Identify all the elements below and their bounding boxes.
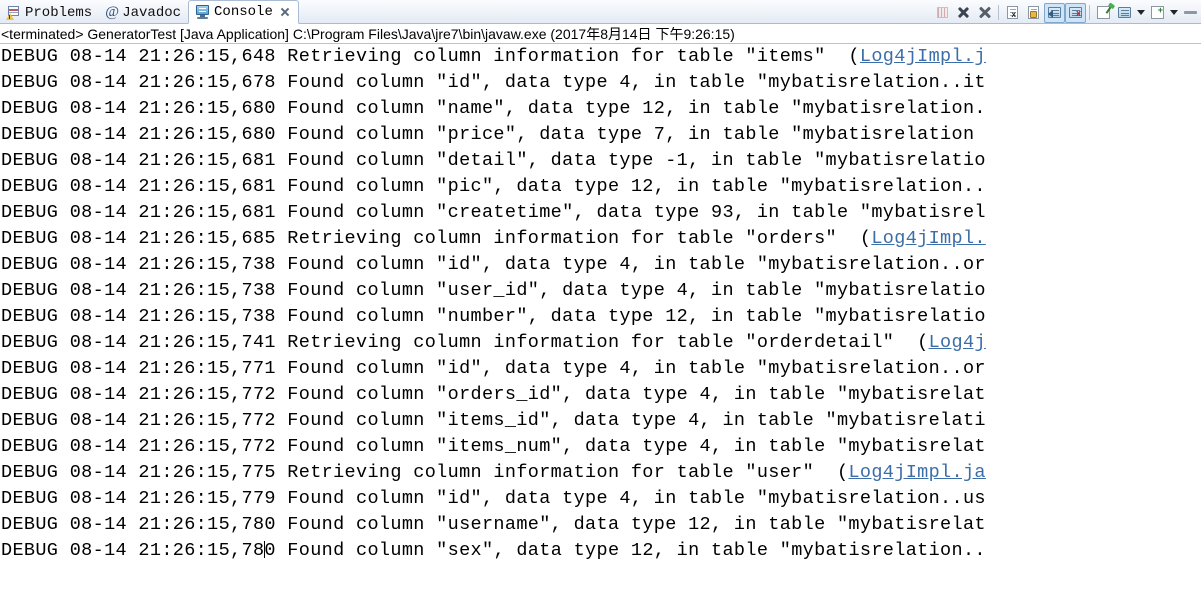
console-line-text-after-caret: 0 Found column "sex", data type 12, in t… — [264, 540, 986, 561]
console-line-text: DEBUG 08-14 21:26:15,779 Found column "i… — [1, 488, 986, 509]
tab-console[interactable]: Console — [188, 0, 299, 24]
console-stacktrace-link[interactable]: Log4jImpl.ja — [848, 462, 985, 483]
display-selected-console-menu-button[interactable] — [1135, 3, 1147, 23]
console-line: DEBUG 08-14 21:26:15,771 Found column "i… — [1, 356, 1201, 382]
console-line-text: DEBUG 08-14 21:26:15,78 — [1, 540, 265, 561]
pin-console-button[interactable] — [1093, 3, 1114, 23]
console-line-text: DEBUG 08-14 21:26:15,738 Found column "n… — [1, 306, 986, 327]
display-console-icon — [1118, 7, 1131, 18]
console-line: DEBUG 08-14 21:26:15,738 Found column "u… — [1, 278, 1201, 304]
show-console-error-icon: x — [1069, 7, 1082, 18]
console-line: DEBUG 08-14 21:26:15,780 Found column "u… — [1, 512, 1201, 538]
remove-launch-button[interactable] — [953, 3, 974, 23]
console-line: DEBUG 08-14 21:26:15,678 Found column "i… — [1, 70, 1201, 96]
remove-all-terminated-button[interactable] — [974, 3, 995, 23]
close-icon[interactable] — [279, 6, 291, 18]
tab-console-label: Console — [214, 4, 273, 20]
process-header: <terminated> GeneratorTest [Java Applica… — [0, 24, 1201, 44]
console-output[interactable]: DEBUG 08-14 21:26:15,648 Retrieving colu… — [0, 44, 1201, 595]
console-toolbar: x x + — [932, 1, 1201, 24]
console-line-text: DEBUG 08-14 21:26:15,678 Found column "i… — [1, 72, 986, 93]
console-line-text: DEBUG 08-14 21:26:15,738 Found column "u… — [1, 280, 986, 301]
console-line: DEBUG 08-14 21:26:15,738 Found column "i… — [1, 252, 1201, 278]
console-line-text: DEBUG 08-14 21:26:15,681 Found column "p… — [1, 176, 986, 197]
show-console-on-error-button[interactable]: x — [1065, 2, 1086, 23]
console-line-text: DEBUG 08-14 21:26:15,681 Found column "d… — [1, 150, 986, 171]
console-line: DEBUG 08-14 21:26:15,772 Found column "i… — [1, 434, 1201, 460]
console-line: DEBUG 08-14 21:26:15,780 Found column "s… — [1, 538, 1201, 564]
console-line: DEBUG 08-14 21:26:15,738 Found column "n… — [1, 304, 1201, 330]
open-console-menu-button[interactable] — [1168, 3, 1180, 23]
clear-console-button[interactable]: x — [1002, 3, 1023, 23]
new-console-icon: + — [1151, 6, 1164, 19]
console-line-text: DEBUG 08-14 21:26:15,680 Found column "n… — [1, 98, 986, 119]
console-line: DEBUG 08-14 21:26:15,680 Found column "n… — [1, 96, 1201, 122]
tab-javadoc-label: Javadoc — [122, 4, 182, 21]
console-line-text: DEBUG 08-14 21:26:15,772 Found column "i… — [1, 410, 986, 431]
problems-icon — [6, 5, 21, 20]
console-line: DEBUG 08-14 21:26:15,775 Retrieving colu… — [1, 460, 1201, 486]
console-line: DEBUG 08-14 21:26:15,779 Found column "i… — [1, 486, 1201, 512]
console-line: DEBUG 08-14 21:26:15,772 Found column "i… — [1, 408, 1201, 434]
toolbar-separator — [998, 5, 999, 20]
double-x-icon — [978, 6, 992, 19]
console-line: DEBUG 08-14 21:26:15,772 Found column "o… — [1, 382, 1201, 408]
tab-problems[interactable]: Problems — [0, 1, 99, 24]
display-selected-console-button[interactable] — [1114, 3, 1135, 23]
console-line-text: DEBUG 08-14 21:26:15,741 Retrieving colu… — [1, 332, 929, 353]
console-line: DEBUG 08-14 21:26:15,681 Found column "c… — [1, 200, 1201, 226]
terminate-all-button[interactable] — [932, 3, 953, 23]
console-line: DEBUG 08-14 21:26:15,681 Found column "p… — [1, 174, 1201, 200]
console-line-text: DEBUG 08-14 21:26:15,775 Retrieving colu… — [1, 462, 849, 483]
console-line-text: DEBUG 08-14 21:26:15,772 Found column "i… — [1, 436, 986, 457]
toolbar-separator — [1089, 5, 1090, 20]
console-line-text: DEBUG 08-14 21:26:15,681 Found column "c… — [1, 202, 986, 223]
tab-problems-label: Problems — [25, 4, 93, 21]
console-line: DEBUG 08-14 21:26:15,741 Retrieving colu… — [1, 330, 1201, 356]
javadoc-icon: @ — [105, 4, 120, 20]
minimize-icon — [1184, 11, 1197, 14]
scroll-lock-button[interactable] — [1023, 3, 1044, 23]
minimize-view-button[interactable] — [1180, 3, 1201, 23]
pin-console-icon — [1097, 5, 1113, 19]
console-line-text: DEBUG 08-14 21:26:15,780 Found column "u… — [1, 514, 986, 535]
console-stacktrace-link[interactable]: Log4j — [929, 332, 986, 353]
console-line-text: DEBUG 08-14 21:26:15,772 Found column "o… — [1, 384, 986, 405]
console-stacktrace-link[interactable]: Log4jImpl. — [871, 228, 986, 249]
tab-javadoc[interactable]: @ Javadoc — [99, 1, 188, 24]
clear-console-icon: x — [1007, 6, 1018, 19]
console-line-text: DEBUG 08-14 21:26:15,738 Found column "i… — [1, 254, 986, 275]
console-line: DEBUG 08-14 21:26:15,648 Retrieving colu… — [1, 44, 1201, 70]
x-icon — [957, 6, 970, 19]
open-console-button[interactable]: + — [1147, 3, 1168, 23]
view-tab-bar: Problems @ Javadoc Console x x + — [0, 0, 1201, 24]
console-line-text: DEBUG 08-14 21:26:15,771 Found column "i… — [1, 358, 986, 379]
show-console-on-output-button[interactable] — [1044, 2, 1065, 23]
console-stacktrace-link[interactable]: Log4jImpl.j — [860, 46, 986, 67]
console-line-list: DEBUG 08-14 21:26:15,648 Retrieving colu… — [1, 44, 1201, 564]
console-line-text: DEBUG 08-14 21:26:15,685 Retrieving colu… — [1, 228, 872, 249]
bars-icon — [937, 7, 948, 18]
show-console-output-icon — [1048, 7, 1061, 18]
console-line-text: DEBUG 08-14 21:26:15,680 Found column "p… — [1, 124, 975, 145]
console-line: DEBUG 08-14 21:26:15,680 Found column "p… — [1, 122, 1201, 148]
scroll-lock-icon — [1028, 6, 1039, 19]
console-icon — [195, 5, 210, 19]
console-line: DEBUG 08-14 21:26:15,681 Found column "d… — [1, 148, 1201, 174]
console-line-text: DEBUG 08-14 21:26:15,648 Retrieving colu… — [1, 46, 860, 67]
console-line: DEBUG 08-14 21:26:15,685 Retrieving colu… — [1, 226, 1201, 252]
